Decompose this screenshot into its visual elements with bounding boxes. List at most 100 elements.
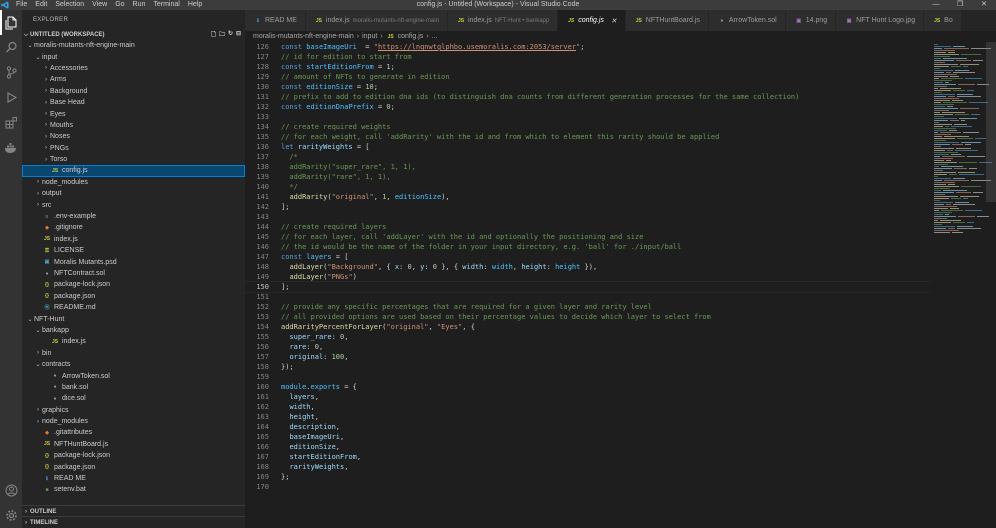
tree-item[interactable]: JS index.js bbox=[22, 336, 245, 347]
tree-item[interactable]: › Base Head bbox=[22, 97, 245, 108]
tree-item[interactable]: Ⓜ README.md bbox=[22, 302, 245, 313]
minimap-line bbox=[957, 94, 973, 95]
tree-item[interactable]: › Arms bbox=[22, 74, 245, 85]
tree-item[interactable]: › Torso bbox=[22, 154, 245, 165]
tree-item[interactable]: › graphics bbox=[22, 405, 245, 416]
workspace-header[interactable]: ⌵ UNTITLED (WORKSPACE) 🗋 🗀 ↻ ⊟ bbox=[22, 30, 245, 40]
editor-tab[interactable]: ♦ ArrowToken.sol bbox=[708, 10, 786, 31]
tree-item[interactable]: › node_modules bbox=[22, 177, 245, 188]
tree-item[interactable]: › Mouths bbox=[22, 120, 245, 131]
settings-gear-icon[interactable] bbox=[0, 503, 22, 528]
menu-item[interactable]: Run bbox=[129, 0, 150, 10]
close-tab-icon[interactable]: ✕ bbox=[611, 17, 617, 25]
code-token: , bbox=[335, 443, 341, 451]
code-token: addLayer bbox=[289, 273, 324, 281]
collapse-all-icon[interactable]: ⊟ bbox=[236, 30, 241, 40]
account-icon[interactable] bbox=[0, 478, 22, 503]
tree-item[interactable]: › bin bbox=[22, 348, 245, 359]
line-number: 128 bbox=[256, 63, 269, 71]
line-number: 164 bbox=[256, 423, 269, 431]
tree-item[interactable]: ▣ Moralis Mutants.psd bbox=[22, 256, 245, 267]
code-token: // all provided options are used based o… bbox=[281, 313, 711, 321]
run-debug-icon[interactable] bbox=[0, 85, 22, 110]
menu-item[interactable]: Go bbox=[111, 0, 128, 10]
image-file-icon: ▣ bbox=[846, 17, 852, 24]
breadcrumb-item[interactable]: config.js bbox=[398, 33, 424, 40]
tree-item[interactable]: ℹ READ ME bbox=[22, 473, 245, 484]
tree-item[interactable]: › output bbox=[22, 188, 245, 199]
explorer-icon[interactable] bbox=[0, 10, 22, 35]
tree-item[interactable]: ♦ dice.sol bbox=[22, 393, 245, 404]
code-token: editionSize bbox=[289, 443, 336, 451]
editor-tab[interactable]: JS config.js ✕ bbox=[558, 10, 626, 31]
tree-item[interactable]: ◆ .gitignore bbox=[22, 222, 245, 233]
breadcrumb-item[interactable]: ... bbox=[432, 33, 438, 40]
editor-tab[interactable]: JS Bo bbox=[924, 10, 962, 31]
minimap-line bbox=[945, 214, 949, 215]
menu-item[interactable]: File bbox=[12, 0, 31, 10]
menu-item[interactable]: Help bbox=[184, 0, 206, 10]
tree-item[interactable]: JS index.js bbox=[22, 234, 245, 245]
new-file-icon[interactable]: 🗋 bbox=[211, 30, 216, 40]
tree-item[interactable]: ■ setenv.bat bbox=[22, 484, 245, 495]
tree-item[interactable]: {} package-lock.json bbox=[22, 279, 245, 290]
tree-item[interactable]: JS NFTHuntBoard.js bbox=[22, 439, 245, 450]
tree-item[interactable]: ♦ ArrowToken.sol bbox=[22, 370, 245, 381]
editor-tab[interactable]: ▣ 14.png bbox=[785, 10, 837, 31]
editor-tab[interactable]: JS index.js moralis-mutants-nft-engine-mai… bbox=[305, 10, 449, 31]
search-icon[interactable] bbox=[0, 35, 22, 60]
extensions-icon[interactable] bbox=[0, 110, 22, 135]
tree-item[interactable]: ⌄ NFT-Hunt bbox=[22, 313, 245, 324]
tree-item[interactable]: › Background bbox=[22, 86, 245, 97]
tree-item[interactable]: ⌄ bankapp bbox=[22, 325, 245, 336]
source-control-icon[interactable] bbox=[0, 60, 22, 85]
tree-item[interactable]: {} package.json bbox=[22, 291, 245, 302]
menu-item[interactable]: Selection bbox=[51, 0, 88, 10]
tree-item[interactable]: JS config.js bbox=[22, 165, 245, 177]
minimize-icon[interactable]: — bbox=[924, 0, 948, 10]
tree-item[interactable]: ⌄ input bbox=[22, 51, 245, 62]
code-editor[interactable]: 126 const baseImageUri = "https://lnqnwtg… bbox=[245, 42, 930, 528]
tree-item[interactable]: › Accessories bbox=[22, 63, 245, 74]
editor-tab[interactable]: ℹ READ ME bbox=[245, 10, 306, 31]
tree-item[interactable]: {} package-lock.json bbox=[22, 450, 245, 461]
menu-item[interactable]: View bbox=[88, 0, 111, 10]
breadcrumb-item[interactable]: input bbox=[362, 33, 377, 40]
editor-tabs: ℹ READ ME JS index.js moralis-mutants-nft-en… bbox=[245, 10, 996, 31]
editor-tab[interactable]: JS index.js NFT-Hunt • bankapp bbox=[448, 10, 559, 31]
minimap-line bbox=[934, 102, 941, 103]
tree-item[interactable]: › PNGs bbox=[22, 143, 245, 154]
tree-item[interactable]: {} package.json bbox=[22, 461, 245, 472]
editor-scrollbar[interactable] bbox=[986, 42, 996, 202]
editor-tab[interactable]: JS NFTHuntBoard.js bbox=[625, 10, 709, 31]
tree-item-label: package-lock.json bbox=[54, 452, 111, 460]
tree-item[interactable]: ♦ NFTContract.sol bbox=[22, 268, 245, 279]
tree-item[interactable]: › node_modules bbox=[22, 416, 245, 427]
minimap-line bbox=[934, 170, 943, 171]
timeline-section[interactable]: › TIMELINE bbox=[22, 516, 245, 528]
tree-item[interactable]: ◆ .gitattributes bbox=[22, 427, 245, 438]
breadcrumb-item[interactable]: moralis-mutants-nft-engine-main bbox=[253, 33, 354, 40]
tree-item[interactable]: ⌄ moralis-mutants-nft-engine-main bbox=[22, 40, 245, 51]
minimap-line bbox=[943, 102, 967, 103]
js-file-icon: JS bbox=[43, 236, 51, 243]
editor-tab[interactable]: ▣ NFT Hunt Logo.jpg bbox=[836, 10, 925, 31]
tree-item[interactable]: ⌄ contracts bbox=[22, 359, 245, 370]
tree-item[interactable]: ⚿ LICENSE bbox=[22, 245, 245, 256]
new-folder-icon[interactable]: 🗀 bbox=[219, 30, 225, 40]
tree-item[interactable]: › Noses bbox=[22, 131, 245, 142]
restore-icon[interactable]: ❐ bbox=[948, 0, 972, 10]
timeline-title: TIMELINE bbox=[30, 519, 58, 526]
menu-item[interactable]: Terminal bbox=[149, 0, 183, 10]
close-window-icon[interactable]: ✕ bbox=[972, 0, 996, 10]
tree-item-label: .gitattributes bbox=[54, 429, 93, 437]
code-token: }), bbox=[580, 263, 598, 271]
minimap-line bbox=[934, 80, 952, 81]
tree-item[interactable]: › src bbox=[22, 199, 245, 210]
docker-icon[interactable] bbox=[0, 135, 22, 160]
tree-item[interactable]: ≡ .env-example bbox=[22, 211, 245, 222]
menu-item[interactable]: Edit bbox=[31, 0, 51, 10]
tree-item[interactable]: › Eyes bbox=[22, 108, 245, 119]
refresh-icon[interactable]: ↻ bbox=[228, 30, 233, 40]
tree-item[interactable]: ♦ bank.sol bbox=[22, 382, 245, 393]
